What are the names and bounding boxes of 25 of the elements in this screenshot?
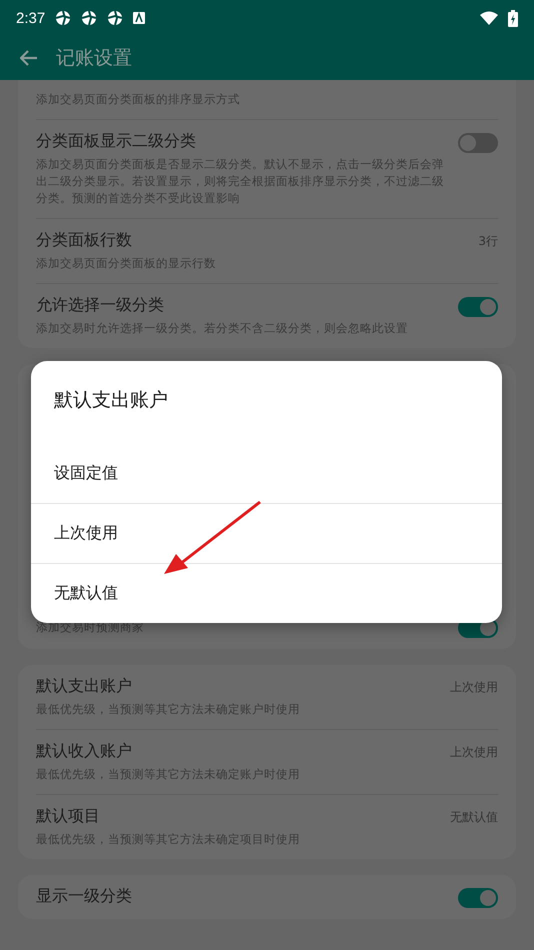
dialog-title: 默认支出账户: [53, 388, 169, 413]
status-time: 2:37: [16, 10, 46, 26]
page-title: 记账设置: [56, 46, 132, 71]
wifi-icon: [480, 11, 498, 25]
app-notification-icon: [107, 10, 124, 26]
setting-title: 默认收入账户: [36, 741, 133, 762]
toggle-switch[interactable]: [458, 297, 498, 317]
dialog-option[interactable]: 设固定值: [31, 443, 502, 503]
setting-value: 上次使用: [450, 744, 498, 761]
app-notification-icon: [81, 10, 98, 26]
setting-title: 分类面板行数: [36, 230, 133, 251]
setting-title: 默认支出账户: [36, 676, 133, 697]
setting-value: 3行: [478, 233, 498, 250]
toggle-switch[interactable]: [458, 133, 498, 153]
setting-title: 默认项目: [36, 806, 101, 827]
toggle-switch[interactable]: [458, 888, 498, 908]
battery-icon: [508, 10, 518, 26]
setting-value: 上次使用: [450, 679, 498, 696]
app-notification-icon: [55, 10, 72, 26]
keyboard-notification-icon: [133, 12, 146, 24]
setting-title: 显示一级分类: [36, 886, 133, 907]
setting-title: 允许选择一级分类: [36, 295, 165, 316]
back-arrow-icon[interactable]: [20, 50, 38, 66]
setting-title: 分类面板显示二级分类: [36, 131, 197, 152]
setting-value: 无默认值: [450, 809, 498, 826]
